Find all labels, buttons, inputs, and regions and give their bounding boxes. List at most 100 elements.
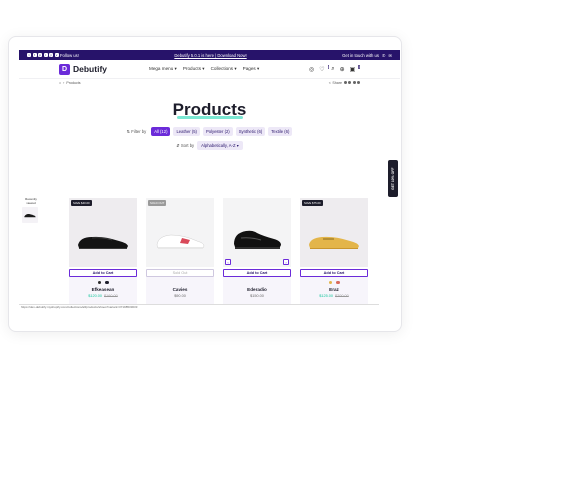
pinterest-icon[interactable]: p bbox=[38, 53, 42, 57]
add-to-cart-button[interactable]: Add to Cart bbox=[300, 269, 368, 277]
color-swatches bbox=[69, 280, 137, 285]
product-image[interactable]: ‹ › bbox=[223, 198, 291, 267]
product-card[interactable]: ‹ › Add to Cart Ederadio $150.00 bbox=[223, 198, 291, 308]
product-card[interactable]: SOLD OUT Sold Out Cavies $90.00 bbox=[146, 198, 214, 308]
sneaker-icon bbox=[156, 234, 205, 249]
menu: Mega menu ▾ Products ▾ Collections ▾ Pag… bbox=[149, 66, 259, 72]
menu-item-products[interactable]: Products ▾ bbox=[183, 66, 205, 72]
cart-icon[interactable]: ▣ 0 bbox=[350, 64, 360, 73]
moccasin-icon bbox=[309, 236, 359, 249]
sale-price: $120.00 bbox=[88, 293, 102, 298]
main-nav: D Debutify Mega menu ▾ Products ▾ Collec… bbox=[19, 60, 400, 79]
youtube-icon[interactable]: y bbox=[49, 53, 53, 57]
filter-chip-textile[interactable]: Textile (6) bbox=[268, 127, 293, 136]
website: t f p i y v Follow us! Debutify 5.0.1 is… bbox=[19, 50, 400, 330]
account-icon[interactable]: ◎ bbox=[309, 66, 314, 73]
header-icons: ◎ ♡ 0 ⌕ ⊕ ▣ 0 bbox=[309, 64, 360, 73]
product-name[interactable]: Eraz bbox=[300, 287, 368, 292]
color-swatches bbox=[223, 280, 291, 285]
logo[interactable]: D Debutify bbox=[59, 63, 107, 75]
sale-price: $125.00 bbox=[319, 293, 333, 298]
product-image[interactable]: SAVE $75.00 bbox=[300, 198, 368, 267]
next-image-button[interactable]: › bbox=[283, 259, 289, 265]
shoe-thumb-icon bbox=[24, 214, 36, 218]
wishlist-badge: 0 bbox=[327, 64, 330, 69]
product-price: $120.00 $160.00 bbox=[69, 294, 137, 298]
filter-chip-polyester[interactable]: Polyester (2) bbox=[202, 127, 233, 136]
mail-icon[interactable]: ✉ bbox=[388, 53, 392, 58]
product-price: $125.00 $200.00 bbox=[300, 294, 368, 298]
product-card[interactable]: SAVE $75.00 Add to Cart Eraz $125.00 $20… bbox=[300, 198, 368, 308]
breadcrumb-bar: ⌂ › Products < Share bbox=[19, 79, 400, 86]
menu-item-pages[interactable]: Pages ▾ bbox=[243, 66, 260, 72]
share-links: < Share bbox=[329, 81, 360, 85]
filter-label: ⇅ Filter by bbox=[126, 129, 147, 134]
product-image[interactable]: SAVE $40.00 bbox=[69, 198, 137, 267]
breadcrumb: ⌂ › Products bbox=[59, 81, 81, 85]
sold-out-badge: SOLD OUT bbox=[148, 200, 167, 206]
share-email-icon[interactable] bbox=[357, 81, 360, 84]
logo-text: Debutify bbox=[73, 64, 107, 74]
recently-viewed: Recently viewed bbox=[22, 197, 40, 224]
add-to-cart-button[interactable]: Add to Cart bbox=[223, 269, 291, 277]
product-name[interactable]: Efkeasean bbox=[69, 287, 137, 292]
filter-bar: ⇅ Filter by All (12) Leather (5) Polyest… bbox=[19, 127, 400, 136]
loafer-icon bbox=[78, 236, 128, 249]
product-image[interactable]: SOLD OUT bbox=[146, 198, 214, 267]
product-price: $90.00 bbox=[146, 294, 214, 298]
breadcrumb-current: Products bbox=[66, 80, 81, 85]
share-pinterest-icon[interactable] bbox=[352, 81, 356, 84]
wishlist-icon[interactable]: ♡ 0 bbox=[319, 64, 330, 73]
color-swatches bbox=[146, 280, 214, 285]
swatch[interactable] bbox=[336, 280, 340, 285]
sold-out-button[interactable]: Sold Out bbox=[146, 269, 214, 277]
announcement-bar: t f p i y v Follow us! Debutify 5.0.1 is… bbox=[19, 50, 400, 60]
phone-icon[interactable]: ✆ bbox=[382, 53, 386, 58]
status-bar: https://dev-debutify.myshopify.com/colle… bbox=[19, 304, 379, 310]
menu-item-collections[interactable]: Collections ▾ bbox=[211, 66, 237, 72]
product-name[interactable]: Cavies bbox=[146, 287, 214, 292]
share-twitter-icon[interactable] bbox=[348, 81, 351, 84]
currency-icon[interactable]: ⊕ bbox=[340, 66, 345, 73]
recently-viewed-label: Recently viewed bbox=[25, 197, 37, 205]
swatch[interactable] bbox=[105, 280, 109, 285]
compare-price: $200.00 bbox=[335, 293, 349, 298]
follow-label: Follow us! bbox=[60, 52, 79, 58]
contact-label[interactable]: Get in touch with us bbox=[342, 53, 379, 58]
prev-image-button[interactable]: ‹ bbox=[225, 259, 231, 265]
product-name[interactable]: Ederadio bbox=[223, 287, 291, 292]
share-label: Share bbox=[332, 80, 342, 85]
twitter-icon[interactable]: t bbox=[27, 53, 31, 57]
swatch[interactable] bbox=[97, 280, 101, 285]
regular-price: $150.00 bbox=[250, 293, 264, 298]
cart-badge: 0 bbox=[358, 64, 360, 69]
filter-chip-leather[interactable]: Leather (5) bbox=[173, 127, 200, 136]
share-icon: < bbox=[328, 80, 331, 85]
logo-icon: D bbox=[59, 63, 70, 75]
vimeo-icon[interactable]: v bbox=[54, 53, 59, 57]
contact-info: Get in touch with us ✆ ✉ bbox=[342, 53, 392, 58]
compare-price: $160.00 bbox=[104, 293, 118, 298]
filter-chip-all[interactable]: All (12) bbox=[151, 127, 171, 136]
instagram-icon[interactable]: i bbox=[43, 53, 48, 57]
swatch[interactable] bbox=[328, 280, 332, 285]
breadcrumb-separator: › bbox=[63, 80, 65, 85]
page-title: Products bbox=[172, 100, 247, 119]
filter-chip-synthetic[interactable]: Synthetic (6) bbox=[235, 127, 266, 136]
trainer-icon bbox=[234, 230, 281, 249]
announcement-link[interactable]: Debutify 5.0.1 is here | Download Now! bbox=[174, 53, 246, 58]
product-card[interactable]: SAVE $40.00 Add to Cart Efkeasean $120.0… bbox=[69, 198, 137, 308]
sort-label: ⇵ Sort by bbox=[176, 143, 195, 148]
discount-badge: SAVE $40.00 bbox=[71, 200, 92, 206]
color-swatches bbox=[300, 280, 368, 285]
search-icon[interactable]: ⌕ bbox=[331, 66, 334, 73]
share-facebook-icon[interactable] bbox=[343, 81, 347, 84]
sort-select[interactable]: Alphabetically, A-Z ▾ bbox=[197, 141, 243, 150]
social-links: t f p i y v Follow us! bbox=[27, 53, 79, 58]
facebook-icon[interactable]: f bbox=[32, 53, 37, 57]
discount-side-tab[interactable]: GET 10% OFF bbox=[388, 160, 398, 197]
add-to-cart-button[interactable]: Add to Cart bbox=[69, 269, 137, 277]
recently-viewed-thumb[interactable] bbox=[22, 207, 38, 224]
menu-item-mega[interactable]: Mega menu ▾ bbox=[149, 66, 177, 72]
home-icon[interactable]: ⌂ bbox=[59, 81, 61, 85]
